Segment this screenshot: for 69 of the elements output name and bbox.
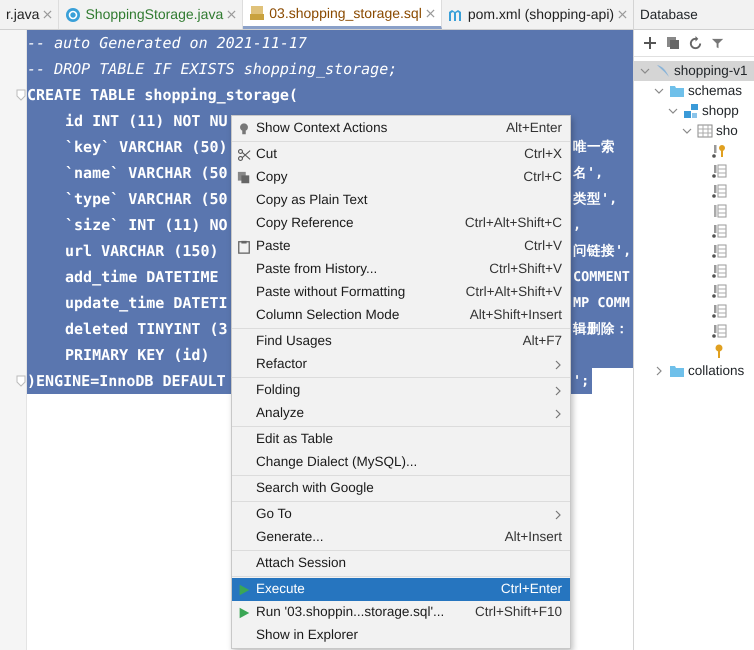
menu-item[interactable]: Analyze [232,402,570,425]
code-line: id INT (11) NOT NU [64,112,228,130]
code-line: PRIMARY KEY (id) [64,346,210,364]
menu-item[interactable]: Search with Google [232,477,570,500]
code-line: add_time DATETIME [64,268,219,286]
code-line: url VARCHAR (150) [64,242,219,260]
code-fragment: , [573,216,582,235]
code-fragment: 问链接', [573,242,632,261]
close-icon[interactable] [426,8,435,18]
tree-item[interactable]: collations [634,361,754,381]
code-line: update_time DATETI [64,294,228,312]
code-fragment: 辑删除： [573,320,629,339]
menu-item[interactable]: Paste from History... Ctrl+Shift+V [232,258,570,281]
menu-item[interactable]: Execute Ctrl+Enter [232,578,570,601]
database-icon [655,63,671,79]
menu-item[interactable]: Paste without Formatting Ctrl+Alt+Shift+V [232,281,570,304]
code-fragment: COMMENT [573,268,630,287]
tree-item[interactable]: shopp [634,101,754,121]
code-line: -- auto Generated on 2021-11-17 [27,34,307,52]
menu-item[interactable]: Run '03.shoppin...storage.sql'... Ctrl+Shift+F10 [232,601,570,624]
menu-item[interactable]: Go To [232,503,570,526]
menu-item[interactable]: Column Selection Mode Alt+Shift+Insert [232,304,570,327]
menu-item[interactable]: Show in Explorer [232,624,570,647]
folder-icon [669,363,685,379]
menu-item[interactable]: Find Usages Alt+F7 [232,330,570,353]
add-icon[interactable] [642,35,658,51]
menu-item[interactable]: Copy Ctrl+C [232,166,570,189]
menu-item[interactable]: Attach Session [232,552,570,575]
code-fragment: '; [573,372,590,391]
tree-item[interactable]: shopping-v1 [634,61,754,81]
table-icon [697,123,713,139]
folder-icon [669,83,685,99]
close-icon[interactable] [43,10,52,19]
menu-item[interactable]: Generate... Alt+Insert [232,526,570,549]
panel-title: Database [634,0,754,30]
tree-item[interactable]: sho [634,121,754,141]
code-line: `type` VARCHAR (50 [64,190,228,208]
schema-icon [683,103,699,119]
refresh-icon[interactable] [688,36,703,50]
sql-file-icon [249,5,266,21]
code-line: )ENGINE=InnoDB DEFAULT [27,372,226,390]
menu-item[interactable]: Show Context Actions Alt+Enter [232,117,570,140]
menu-item[interactable]: Copy Reference Ctrl+Alt+Shift+C [232,212,570,235]
tree-item[interactable]: schemas [634,81,754,101]
file-tab[interactable]: r.java [0,0,60,29]
code-fragment: 唯一索 [573,138,615,157]
menu-item[interactable]: Cut Ctrl+X [232,143,570,166]
copy-icon[interactable] [666,36,680,50]
code-fragment: 名', [573,164,604,183]
close-icon[interactable] [227,10,236,19]
code-line: `key` VARCHAR (50) [64,138,228,156]
fold-icon[interactable] [16,89,26,101]
code-line: deleted TINYINT (3 [64,320,228,338]
menu-item[interactable]: Refactor [232,353,570,376]
code-fragment: MP COMM [573,294,630,313]
code-line: `size` INT (11) NO [64,216,228,234]
code-line: `name` VARCHAR (50 [64,164,228,182]
menu-item[interactable]: Copy as Plain Text [232,189,570,212]
fold-icon[interactable] [16,375,26,387]
menu-item[interactable]: Change Dialect (MySQL)... [232,451,570,474]
code-line: -- DROP TABLE IF EXISTS shopping_storage; [27,60,398,78]
close-icon[interactable] [618,10,628,19]
menu-item[interactable]: Folding [232,379,570,402]
class-icon [65,6,82,22]
menu-item[interactable]: Paste Ctrl+V [232,235,570,258]
code-line: CREATE TABLE shopping_storage( [27,86,298,104]
code-fragment: 类型', [573,190,618,209]
file-tab[interactable]: 03.shopping_storage.sql [243,0,442,29]
menu-item[interactable]: Edit as Table [232,428,570,451]
